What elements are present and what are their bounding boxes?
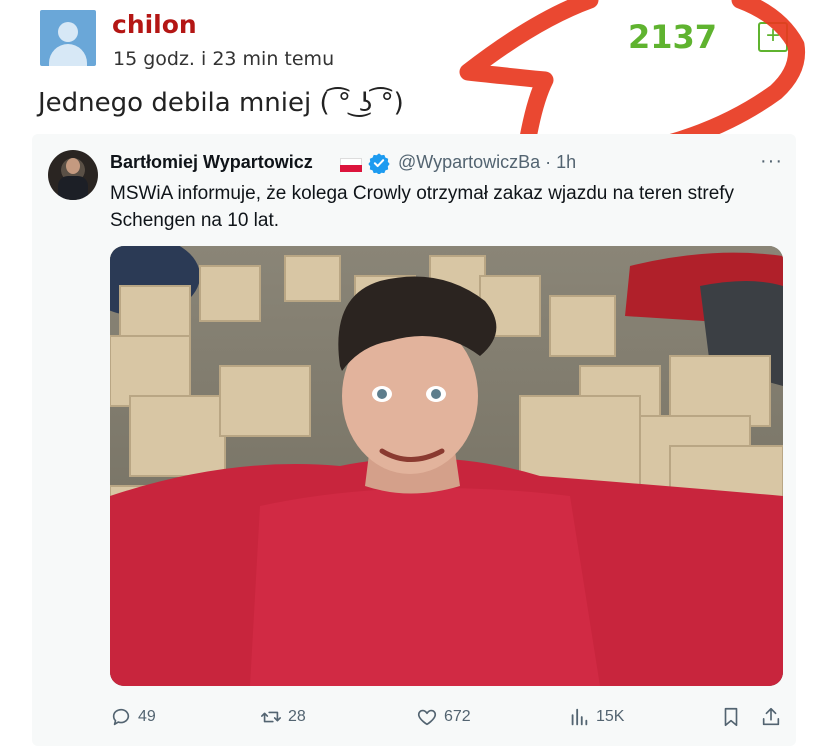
- post-text: Jednego debila mniej ( ͡° ͜ʖ ͡°): [38, 88, 404, 118]
- view-count: 15K: [596, 708, 625, 725]
- user-avatar[interactable]: [40, 10, 96, 66]
- views-chart-icon: [571, 708, 588, 726]
- poland-flag-icon: [340, 158, 362, 172]
- tweet-handle[interactable]: @WypartowiczBa · 1h: [398, 152, 576, 173]
- heart-icon: [417, 709, 437, 726]
- photo-scene: [110, 246, 783, 686]
- reply-button[interactable]: 49: [110, 706, 156, 728]
- tweet-action-bar: 49 28 672 15K: [32, 700, 796, 734]
- tweet-text: MSWiA informuje, że kolega Crowly otrzym…: [110, 183, 735, 231]
- bookmark-button[interactable]: [720, 706, 742, 728]
- retweet-button[interactable]: 28: [260, 706, 306, 728]
- upvote-button[interactable]: +: [758, 22, 788, 52]
- more-options-icon[interactable]: ···: [760, 150, 783, 173]
- bookmark-icon: [724, 707, 738, 727]
- tweet-author-avatar[interactable]: [48, 150, 98, 200]
- like-button[interactable]: 672: [416, 706, 471, 728]
- verified-badge-icon: [368, 153, 390, 174]
- tweet-author-name[interactable]: Bartłomiej Wypartowicz: [110, 152, 313, 173]
- reply-count: 49: [138, 708, 156, 725]
- retweet-count: 28: [288, 708, 306, 725]
- like-count: 672: [444, 708, 471, 725]
- reply-icon: [112, 708, 130, 726]
- post-timestamp: 15 godz. i 23 min temu: [113, 48, 335, 70]
- share-icon: [762, 707, 780, 726]
- retweet-icon: [261, 711, 281, 723]
- tweet-photo[interactable]: [110, 246, 783, 686]
- views-button[interactable]: 15K: [568, 706, 624, 728]
- embedded-tweet[interactable]: Bartłomiej Wypartowicz @WypartowiczBa · …: [32, 134, 796, 746]
- username[interactable]: chilon: [112, 10, 197, 39]
- share-button[interactable]: [760, 706, 782, 728]
- vote-count: 2137: [628, 18, 718, 56]
